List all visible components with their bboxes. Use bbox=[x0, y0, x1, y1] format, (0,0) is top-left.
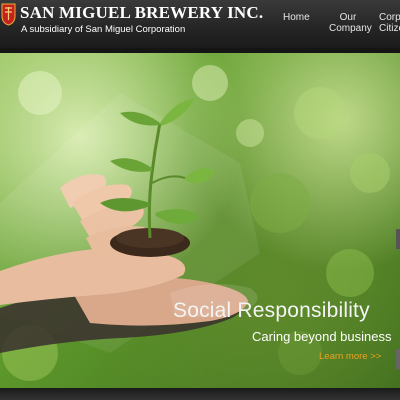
hero-subtitle: Caring beyond business bbox=[252, 329, 392, 344]
nav-our-company[interactable]: Our Company bbox=[329, 12, 372, 34]
site-header: SAN MIGUEL BREWERY INC. A subsidiary of … bbox=[0, 0, 400, 48]
nav-corporate-citizenship[interactable]: Corp Citize bbox=[379, 12, 400, 34]
footer-band bbox=[0, 388, 400, 400]
san-miguel-shield-icon[interactable] bbox=[1, 2, 16, 26]
brand-name[interactable]: SAN MIGUEL BREWERY INC. bbox=[20, 3, 263, 23]
nav-corp-line2: Citize bbox=[379, 23, 400, 34]
slider-handle-lower[interactable] bbox=[396, 349, 400, 369]
nav-home-label: Home bbox=[283, 12, 310, 23]
hero-title: Social Responsibility bbox=[173, 299, 370, 322]
brand-tagline: A subsidiary of San Miguel Corporation bbox=[21, 24, 186, 35]
nav-corp-line1: Corp bbox=[379, 12, 400, 23]
learn-more-link[interactable]: Learn more >> bbox=[319, 351, 381, 362]
nav-our-company-line1: Our bbox=[339, 12, 357, 23]
slider-next-handle[interactable] bbox=[396, 229, 400, 249]
nav-our-company-line2: Company bbox=[329, 23, 372, 34]
nav-home[interactable]: Home bbox=[283, 12, 310, 23]
hero-slideshow[interactable]: Social Responsibility Caring beyond busi… bbox=[0, 53, 400, 388]
